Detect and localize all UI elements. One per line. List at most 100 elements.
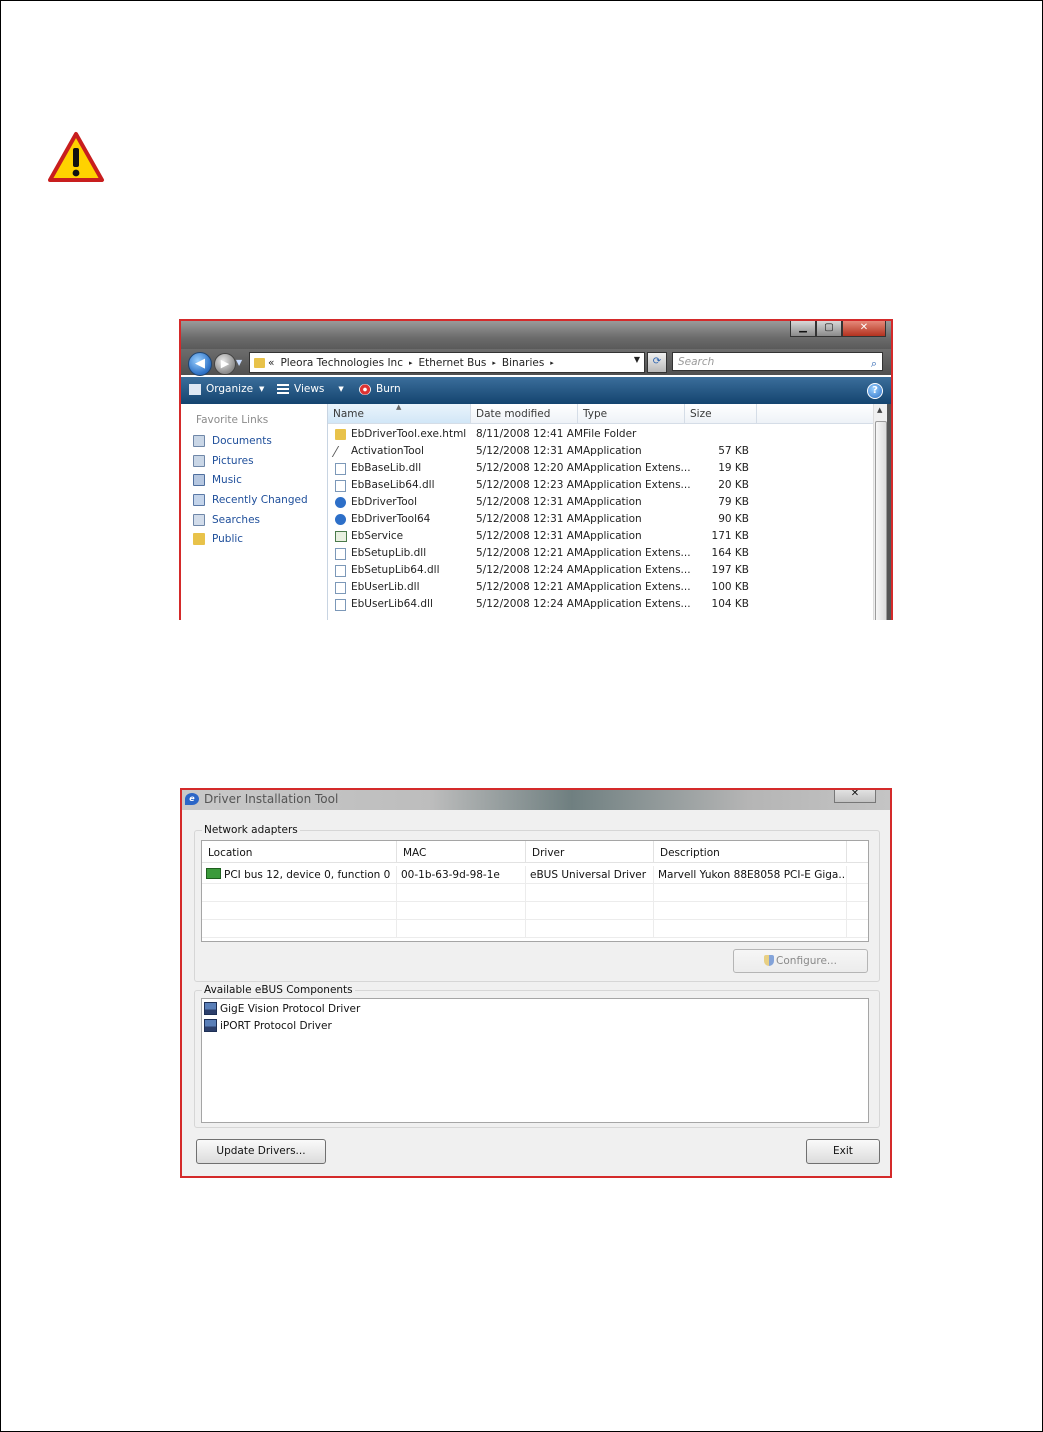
file-date: 5/12/2008 12:24 AM — [476, 598, 584, 610]
column-label: Size — [690, 408, 712, 420]
help-icon[interactable]: ? — [867, 383, 883, 399]
column-header-name[interactable]: ▲ Name — [328, 403, 471, 424]
file-date: 5/12/2008 12:31 AM — [476, 445, 584, 457]
empty-cell — [654, 884, 847, 901]
file-row[interactable]: EbDriverTool 5/12/2008 12:31 AM Applicatio… — [328, 494, 758, 511]
file-type: Application Extens... — [583, 564, 691, 576]
empty-cell — [526, 902, 654, 919]
favorite-links-heading: Favorite Links — [196, 414, 269, 426]
burn-button[interactable]: Burn — [359, 383, 401, 395]
breadcrumb-binaries[interactable]: Binaries — [502, 357, 544, 369]
dit-titlebar: e Driver Installation Tool ✕ — [182, 790, 890, 810]
close-button[interactable]: ✕ — [842, 321, 886, 337]
column-header-date[interactable]: Date modified — [471, 404, 578, 424]
column-header-size[interactable]: Size — [685, 404, 757, 424]
search-input[interactable]: Search ⌕ — [672, 352, 883, 371]
empty-cell — [654, 920, 847, 937]
exit-button[interactable]: Exit — [806, 1139, 880, 1164]
favorite-public[interactable]: Public — [193, 533, 243, 545]
empty-cell — [654, 902, 847, 919]
history-dropdown-icon[interactable]: ▼ — [236, 358, 242, 367]
dll-file-icon — [335, 548, 346, 560]
favorite-recently-changed[interactable]: Recently Changed — [193, 494, 308, 506]
vertical-scrollbar[interactable]: ▲ — [873, 404, 888, 620]
file-row[interactable]: EbSetupLib64.dll 5/12/2008 12:24 AM Applic… — [328, 562, 758, 579]
file-date: 5/12/2008 12:23 AM — [476, 479, 584, 491]
breadcrumb-chevron-icon[interactable]: ▸ — [550, 359, 554, 367]
file-row[interactable]: ActivationTool 5/12/2008 12:31 AM Applicat… — [328, 443, 758, 460]
file-row[interactable]: EbDriverTool64 5/12/2008 12:31 AM Applicat… — [328, 511, 758, 528]
components-label: Available eBUS Components — [202, 984, 355, 996]
update-drivers-button[interactable]: Update Drivers... — [196, 1139, 326, 1164]
column-header-description[interactable]: Description — [654, 841, 847, 863]
breadcrumb-chevron-icon[interactable]: ▸ — [409, 359, 413, 367]
file-date: 5/12/2008 12:20 AM — [476, 462, 584, 474]
empty-cell — [202, 902, 397, 919]
file-row[interactable]: EbBaseLib64.dll 5/12/2008 12:23 AM Applica… — [328, 477, 758, 494]
forward-button[interactable]: ▶ — [214, 353, 236, 375]
favorite-label: Documents — [212, 435, 272, 447]
file-list: ▲ Name Date modified Type Size EbDriverT… — [328, 403, 873, 620]
sort-ascending-icon: ▲ — [396, 403, 402, 411]
file-row[interactable]: EbDriverTool.exe.html 8/11/2008 12:41 AM F… — [328, 426, 758, 443]
address-dropdown-icon[interactable]: ▼ — [634, 355, 640, 364]
file-row[interactable]: EbUserLib.dll 5/12/2008 12:21 AM Applicati… — [328, 579, 758, 596]
file-size: 104 KB — [711, 598, 749, 610]
file-size: 19 KB — [718, 462, 749, 474]
file-row[interactable]: EbSetupLib.dll 5/12/2008 12:21 AM Applicat… — [328, 545, 758, 562]
components-list[interactable]: GigE Vision Protocol Driver iPORT Protoc… — [201, 998, 869, 1123]
column-header-type[interactable]: Type — [578, 404, 685, 424]
file-row[interactable]: EbUserLib64.dll 5/12/2008 12:24 AM Applica… — [328, 596, 758, 613]
configure-button[interactable]: Configure... — [733, 949, 868, 973]
breadcrumb-overflow[interactable]: « — [268, 357, 274, 369]
organize-menu[interactable]: Organize ▼ — [189, 383, 264, 395]
favorite-music[interactable]: Music — [193, 474, 242, 486]
minimize-button[interactable]: ▁ — [790, 321, 816, 337]
address-bar[interactable]: « Pleora Technologies Inc ▸ Ethernet Bus… — [249, 352, 645, 373]
file-size: 20 KB — [718, 479, 749, 491]
file-name: EbSetupLib64.dll — [351, 564, 440, 576]
search-icon[interactable]: ⌕ — [871, 354, 877, 373]
favorite-pictures[interactable]: Pictures — [193, 455, 254, 467]
file-row[interactable]: EbService 5/12/2008 12:31 AM Application 17… — [328, 528, 758, 545]
file-type: Application — [583, 530, 642, 542]
column-header-mac[interactable]: MAC — [397, 841, 526, 863]
breadcrumb-ethernet-bus[interactable]: Ethernet Bus — [419, 357, 487, 369]
close-button[interactable]: ✕ — [834, 790, 876, 803]
favorite-documents[interactable]: Documents — [193, 435, 272, 447]
breadcrumb-chevron-icon[interactable]: ▸ — [492, 359, 496, 367]
file-row[interactable]: EbBaseLib.dll 5/12/2008 12:20 AM Applicati… — [328, 460, 758, 477]
page-border — [0, 0, 1043, 1432]
breadcrumb-pleora[interactable]: Pleora Technologies Inc — [280, 357, 403, 369]
file-name: EbUserLib64.dll — [351, 598, 433, 610]
file-date: 5/12/2008 12:31 AM — [476, 513, 584, 525]
favorite-searches[interactable]: Searches — [193, 514, 260, 526]
empty-cell — [397, 920, 526, 937]
views-menu[interactable]: Views ▼ — [277, 383, 344, 395]
file-size: 171 KB — [711, 530, 749, 542]
file-type: Application Extens... — [583, 598, 691, 610]
file-type: Application Extens... — [583, 547, 691, 559]
network-driver-icon — [204, 1019, 217, 1032]
column-header-driver[interactable]: Driver — [526, 841, 654, 863]
burn-disc-icon — [359, 383, 371, 395]
network-adapters-table[interactable]: Location MAC Driver Description PCI bus … — [201, 840, 869, 942]
scroll-up-icon[interactable]: ▲ — [877, 406, 882, 414]
list-item[interactable]: GigE Vision Protocol Driver — [204, 1002, 360, 1015]
driver-installation-tool-screenshot: e Driver Installation Tool ✕ Network ada… — [180, 788, 892, 1178]
file-size: 197 KB — [711, 564, 749, 576]
ebus-logo-icon: e — [185, 793, 199, 805]
favorite-label: Searches — [212, 514, 261, 526]
refresh-button[interactable]: ⟳ — [647, 352, 667, 373]
scrollbar-thumb[interactable] — [875, 421, 887, 620]
empty-cell — [397, 884, 526, 901]
dll-file-icon — [335, 463, 346, 475]
organize-label: Organize — [206, 383, 254, 395]
file-name: EbSetupLib.dll — [351, 547, 427, 559]
back-button[interactable]: ◀ — [188, 352, 212, 376]
list-item[interactable]: iPORT Protocol Driver — [204, 1019, 332, 1032]
column-header-location[interactable]: Location — [202, 841, 397, 863]
svc-file-icon — [335, 531, 347, 542]
table-row[interactable]: PCI bus 12, device 0, function 0 00-1b-6… — [202, 866, 868, 884]
maximize-button[interactable]: ▢ — [816, 321, 842, 337]
